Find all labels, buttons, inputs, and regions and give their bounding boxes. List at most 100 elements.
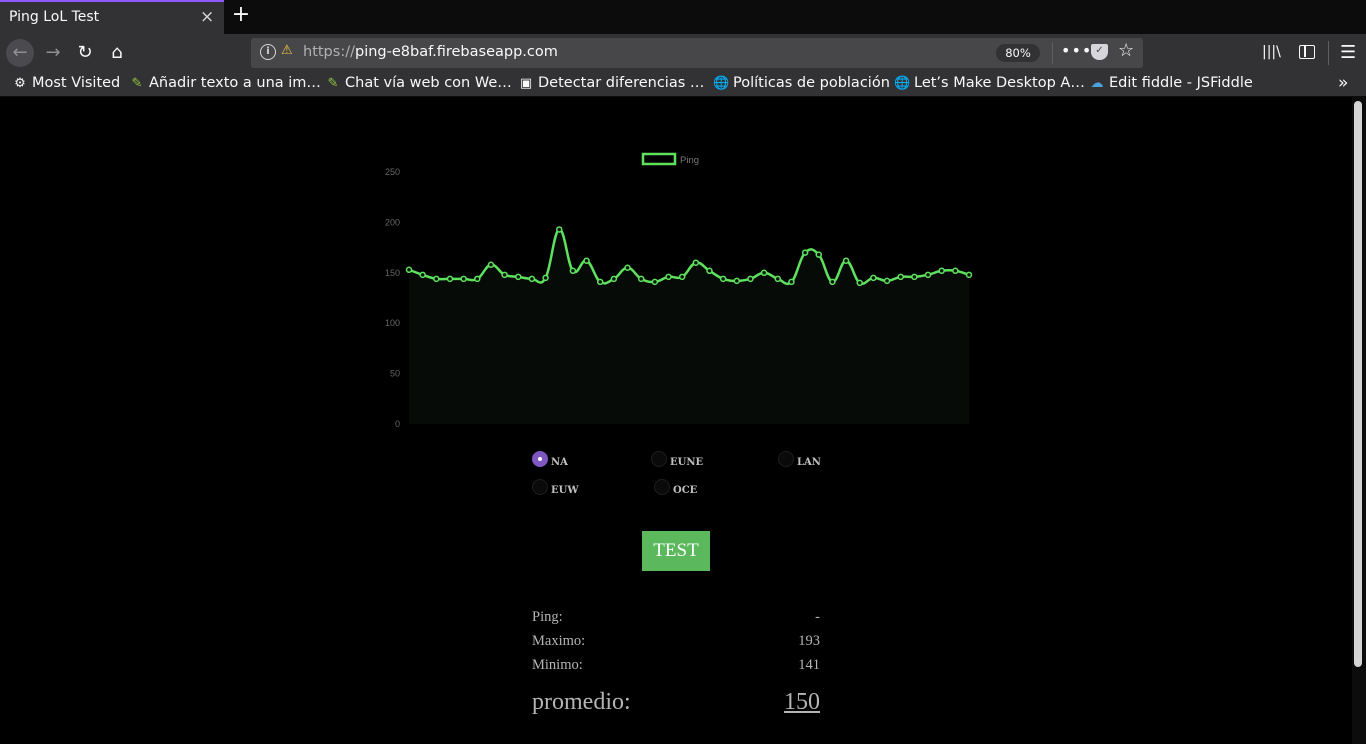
- y-tick-label: 100: [385, 318, 400, 328]
- stat-label: Ping:: [532, 609, 563, 625]
- region-selector: NA EUNE LAN EUW OCE: [532, 451, 852, 511]
- radio-button[interactable]: [532, 479, 548, 495]
- test-button[interactable]: TEST: [642, 531, 710, 571]
- data-point: [474, 275, 481, 283]
- close-tab-icon[interactable]: ×: [200, 7, 214, 27]
- bookmark-label: Políticas de población: [733, 75, 890, 91]
- bookmark-item[interactable]: ▣ Detectar diferencias …: [518, 75, 705, 93]
- bookmark-label: Añadir texto a una im…: [149, 75, 321, 91]
- bookmark-item[interactable]: 🌐 Let’s Make Desktop A…: [894, 75, 1085, 93]
- data-point: [747, 275, 754, 283]
- tab-title: Ping LoL Test: [9, 9, 100, 25]
- bookmark-most-visited[interactable]: ⚙ Most Visited: [12, 75, 120, 93]
- data-point: [596, 278, 604, 286]
- stat-value: 141: [798, 657, 820, 673]
- globe-icon: 🌐: [713, 76, 730, 91]
- dino-icon: ✎: [327, 76, 339, 91]
- radio-button[interactable]: [651, 451, 667, 467]
- hamburger-menu-icon[interactable]: ☰: [1340, 42, 1356, 63]
- legend-label: Ping: [680, 155, 699, 166]
- reload-icon[interactable]: ↻: [71, 39, 99, 67]
- image-icon: ▣: [519, 76, 533, 91]
- bookmarks-toolbar: ⚙ Most Visited ✎ Añadir texto a una im… ✎ C…: [0, 72, 1366, 97]
- data-point: [419, 271, 426, 279]
- tab-strip: Ping LoL Test × +: [0, 0, 1366, 34]
- bookmark-item[interactable]: ✎ Chat vía web con We…: [325, 75, 512, 93]
- dino-icon: ✎: [131, 76, 143, 91]
- vertical-scrollbar[interactable]: [1352, 97, 1366, 744]
- navigation-toolbar: ← → ↻ ⌂ i ⚠ https://ping-e8baf.firebasea…: [0, 34, 1366, 72]
- data-point: [706, 267, 713, 275]
- stat-label: Maximo:: [532, 633, 586, 649]
- stat-label: promedio:: [532, 689, 631, 715]
- data-point: [692, 259, 700, 266]
- data-point: [583, 257, 590, 264]
- data-point: [856, 279, 863, 287]
- data-point: [829, 278, 836, 286]
- radio-label: EUNE: [670, 457, 704, 468]
- bookmark-label: Most Visited: [32, 75, 121, 91]
- stat-value: 193: [798, 633, 820, 649]
- url-host: ping-e8baf.firebaseapp.com: [354, 44, 558, 60]
- stat-maximo: Maximo: 193: [532, 631, 820, 655]
- data-point: [528, 275, 536, 283]
- data-point: [569, 267, 577, 275]
- scrollbar-thumb[interactable]: [1354, 101, 1362, 667]
- stat-ping: Ping: -: [532, 607, 820, 631]
- pocket-icon[interactable]: ✓: [1091, 44, 1108, 60]
- radio-label: EUW: [551, 485, 579, 496]
- radio-button[interactable]: [654, 479, 670, 495]
- address-bar[interactable]: i ⚠ https://ping-e8baf.firebaseapp.com 8…: [251, 38, 1143, 68]
- info-icon[interactable]: i: [260, 44, 276, 60]
- y-tick-label: 200: [385, 217, 400, 227]
- page-actions-icon[interactable]: •••: [1061, 41, 1092, 60]
- zoom-indicator[interactable]: 80%: [996, 44, 1040, 62]
- data-point: [870, 274, 877, 282]
- gear-icon: ⚙: [14, 76, 26, 91]
- data-point: [555, 226, 563, 233]
- data-point: [774, 275, 782, 283]
- data-point: [433, 275, 440, 283]
- stat-minimo: Minimo: 141: [532, 655, 820, 679]
- data-point: [788, 278, 795, 286]
- new-tab-icon[interactable]: +: [230, 2, 252, 27]
- y-tick-label: 250: [385, 167, 400, 177]
- data-point: [610, 275, 618, 283]
- legend-swatch: [641, 152, 677, 166]
- y-tick-label: 150: [385, 268, 400, 278]
- active-tab[interactable]: Ping LoL Test ×: [0, 0, 224, 34]
- data-point: [938, 267, 945, 275]
- home-icon[interactable]: ⌂: [103, 39, 131, 67]
- radio-button[interactable]: [778, 451, 794, 467]
- bookmark-item[interactable]: ✎ Añadir texto a una im…: [129, 75, 321, 93]
- sidebar-icon[interactable]: [1299, 45, 1315, 59]
- bookmark-item[interactable]: ☁ Edit fiddle - JSFiddle: [1089, 75, 1253, 93]
- data-point: [665, 273, 672, 281]
- stat-value: -: [815, 609, 820, 625]
- data-point: [460, 275, 467, 283]
- radio-button[interactable]: [532, 451, 548, 467]
- ping-chart: 0 50 100 150 200 250 Ping: [385, 152, 973, 429]
- bookmark-item[interactable]: 🌐 Políticas de población: [713, 75, 890, 93]
- data-point: [842, 257, 850, 264]
- data-point: [405, 266, 413, 274]
- data-point: [515, 273, 522, 281]
- radio-label: LAN: [797, 457, 821, 468]
- data-point: [815, 251, 823, 258]
- divider: [1052, 42, 1053, 64]
- forward-icon[interactable]: →: [39, 39, 67, 67]
- chevron-right-icon[interactable]: »: [1338, 73, 1348, 93]
- bookmark-label: Detectar diferencias …: [538, 75, 705, 91]
- insecure-lock-icon[interactable]: ⚠: [281, 43, 293, 58]
- bookmark-star-icon[interactable]: ☆: [1118, 40, 1134, 61]
- data-point: [542, 274, 549, 282]
- back-icon[interactable]: ←: [6, 39, 34, 67]
- data-point: [446, 275, 454, 283]
- ping-stats: Ping: - Maximo: 193 Minimo: 141 promedio…: [532, 607, 820, 729]
- radio-label: NA: [551, 457, 568, 468]
- url-scheme: https://: [303, 44, 355, 60]
- url-text[interactable]: https://ping-e8baf.firebaseapp.com: [303, 44, 558, 60]
- cloud-icon: ☁: [1090, 76, 1104, 91]
- data-point: [637, 275, 645, 283]
- library-icon[interactable]: |||\: [1262, 44, 1281, 60]
